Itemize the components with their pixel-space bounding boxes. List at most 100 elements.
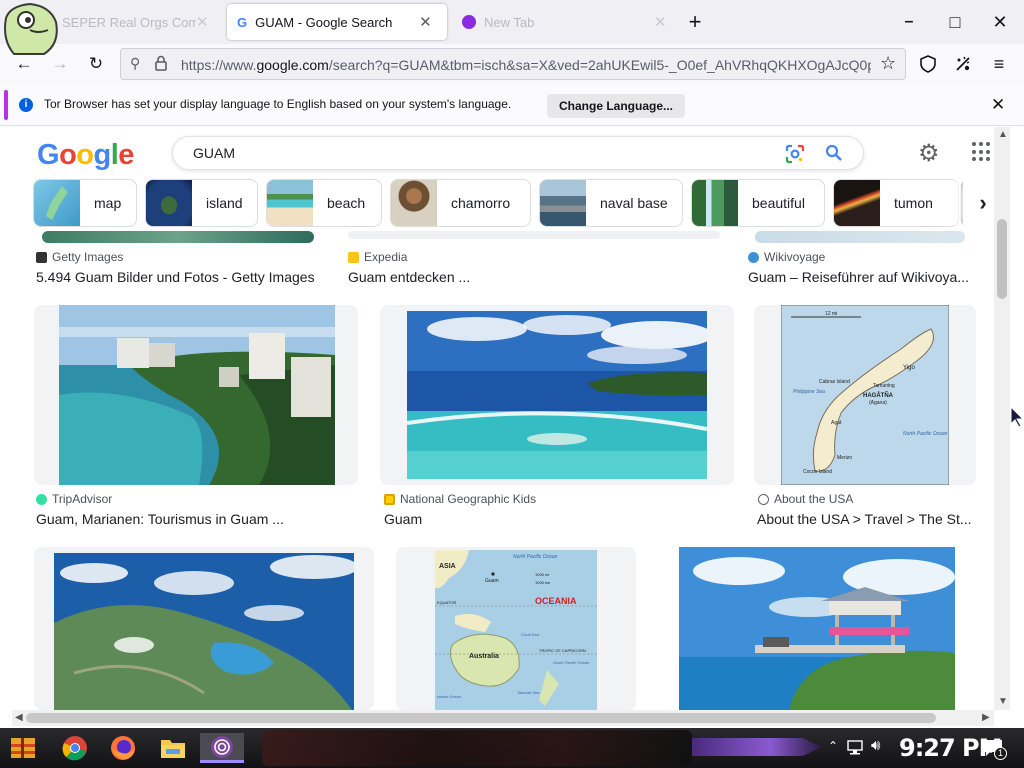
horizontal-scrollbar[interactable]: ◀ ▶ bbox=[12, 710, 994, 726]
hamburger-menu-icon[interactable]: ≡ bbox=[985, 50, 1013, 78]
close-icon[interactable]: ✕ bbox=[419, 13, 432, 31]
logo-letter: g bbox=[93, 139, 112, 171]
url-bar[interactable]: ⚲ https://www.google.com/search?q=GUAM&t… bbox=[120, 48, 906, 80]
new-tab-button[interactable]: + bbox=[681, 8, 709, 36]
maximize-button[interactable]: □ bbox=[941, 8, 969, 36]
caption-wikivoyage[interactable]: Guam – Reiseführer auf Wikivoya... bbox=[748, 269, 976, 285]
result-image-getty[interactable] bbox=[42, 231, 314, 243]
change-language-button[interactable]: Change Language... bbox=[547, 94, 686, 118]
chip-thumbnail-beach bbox=[267, 180, 313, 226]
tab-seper[interactable]: SEPER Real Orgs Comp ✕ bbox=[56, 4, 222, 40]
site-permissions-icon[interactable]: ⚲ bbox=[130, 55, 140, 72]
chip-tumon[interactable]: tumon bbox=[833, 179, 959, 227]
result-image-natgeo-kids[interactable] bbox=[380, 305, 734, 485]
tray-chevron-up-icon[interactable]: ⌃ bbox=[828, 739, 838, 753]
result-image-scenic-lookout[interactable] bbox=[656, 547, 976, 710]
chip-label: island bbox=[206, 195, 243, 211]
network-icon[interactable] bbox=[846, 738, 864, 761]
minimize-button[interactable]: – bbox=[895, 8, 923, 36]
source-natgeo-kids[interactable]: National Geographic Kids bbox=[384, 492, 536, 506]
bookmark-star-icon[interactable]: ☆ bbox=[880, 53, 896, 74]
chip-beach[interactable]: beach bbox=[266, 179, 382, 227]
chip-naval-base[interactable]: naval base bbox=[539, 179, 683, 227]
caption-tripadvisor[interactable]: Guam, Marianen: Tourismus in Guam ... bbox=[36, 511, 356, 527]
horizontal-scroll-thumb[interactable] bbox=[26, 713, 936, 723]
reload-button[interactable]: ↻ bbox=[82, 50, 110, 78]
logo-letter: o bbox=[59, 139, 77, 171]
vertical-scroll-thumb[interactable] bbox=[997, 219, 1007, 299]
url-path: /search?q=GUAM&tbm=isch&sa=X&ved=2ahUKEw… bbox=[328, 57, 871, 73]
map-label: 12 mi bbox=[825, 311, 837, 317]
caption-expedia[interactable]: Guam entdecken ... bbox=[348, 269, 668, 285]
chip-island[interactable]: island bbox=[145, 179, 258, 227]
source-about-the-usa[interactable]: About the USA bbox=[758, 492, 853, 506]
map-label: TROPIC OF CAPRICORN bbox=[539, 648, 586, 653]
map-label: Tasman Sea bbox=[517, 690, 540, 695]
tor-onion-mascot bbox=[0, 0, 62, 58]
scroll-left-icon[interactable]: ◀ bbox=[15, 712, 23, 723]
chip-beautiful[interactable]: beautiful bbox=[691, 179, 825, 227]
result-image-tripadvisor[interactable] bbox=[34, 305, 358, 485]
file-explorer-icon[interactable] bbox=[158, 733, 188, 763]
notification-text: Tor Browser has set your display languag… bbox=[44, 97, 512, 111]
search-query[interactable]: GUAM bbox=[193, 145, 235, 161]
caption-about-the-usa[interactable]: About the USA > Travel > The St... bbox=[757, 511, 975, 527]
map-label: Philippine Sea bbox=[793, 389, 825, 395]
tab-title: GUAM - Google Search bbox=[255, 14, 393, 30]
chrome-icon[interactable] bbox=[60, 733, 90, 763]
scroll-right-icon[interactable]: ▶ bbox=[982, 712, 990, 723]
tor-browser-taskbar-icon[interactable] bbox=[200, 733, 244, 763]
caption-getty[interactable]: 5.494 Guam Bilder und Fotos - Getty Imag… bbox=[36, 269, 346, 285]
map-label: North Pacific Ocean bbox=[903, 431, 948, 437]
chip-map[interactable]: map bbox=[33, 179, 137, 227]
chip-chamorro[interactable]: chamorro bbox=[390, 179, 531, 227]
result-image-aerial-guam[interactable] bbox=[34, 547, 374, 710]
tab-new-tab[interactable]: New Tab ✕ bbox=[452, 4, 672, 40]
source-expedia[interactable]: Expedia bbox=[348, 250, 407, 264]
map-label: 1000 mi bbox=[535, 572, 549, 577]
result-image-guam-map[interactable]: Yigo Tamuning HAGÅTÑA (Agana) Agat Meriz… bbox=[754, 305, 976, 485]
vertical-scrollbar[interactable]: ▲ ▼ bbox=[994, 127, 1010, 710]
result-image-expedia[interactable] bbox=[348, 231, 720, 239]
scroll-down-icon[interactable]: ▼ bbox=[998, 696, 1008, 707]
logo-letter: o bbox=[76, 139, 94, 171]
google-lens-icon[interactable] bbox=[785, 144, 805, 169]
google-logo[interactable]: Google bbox=[37, 139, 134, 172]
source-tripadvisor[interactable]: TripAdvisor bbox=[36, 492, 112, 506]
firefox-icon[interactable] bbox=[108, 733, 138, 763]
source-label: About the USA bbox=[774, 492, 854, 506]
lock-icon[interactable] bbox=[155, 55, 167, 76]
source-wikivoyage[interactable]: Wikivoyage bbox=[748, 250, 825, 264]
tor-circuit-icon[interactable] bbox=[949, 50, 977, 78]
settings-gear-icon[interactable]: ⚙ bbox=[918, 139, 940, 168]
close-icon[interactable]: ✕ bbox=[991, 95, 1005, 115]
url-text[interactable]: https://www.google.com/search?q=GUAM&tbm… bbox=[181, 57, 871, 73]
chevron-right-icon[interactable]: › bbox=[963, 179, 994, 227]
search-icon[interactable] bbox=[825, 144, 843, 167]
notification-count-badge: 1 bbox=[994, 747, 1007, 760]
start-menu-icon[interactable] bbox=[8, 733, 38, 763]
caption-natgeo-kids[interactable]: Guam bbox=[384, 511, 704, 527]
chip-label: beach bbox=[327, 195, 366, 211]
result-image-wikivoyage[interactable] bbox=[755, 231, 965, 243]
map-label: Indian Ocean bbox=[437, 694, 462, 699]
result-image-oceania-map[interactable]: ASIA Guam North Pacific Ocean 1000 mi 10… bbox=[396, 547, 636, 710]
volume-icon[interactable]: 🔊︎ bbox=[871, 737, 880, 754]
close-icon[interactable]: ✕ bbox=[654, 13, 667, 31]
google-favicon-icon: G bbox=[237, 14, 248, 30]
taskbar: ⌃ 🔊︎ 9:27 PM 1 bbox=[0, 728, 1024, 768]
notifications-icon[interactable]: 1 bbox=[982, 737, 1007, 761]
chip-label: naval base bbox=[600, 195, 668, 211]
close-window-button[interactable]: ✕ bbox=[986, 8, 1014, 36]
tab-google-search[interactable]: G GUAM - Google Search ✕ bbox=[227, 4, 447, 40]
map-label: Cocos Island bbox=[803, 469, 832, 475]
google-apps-icon[interactable] bbox=[972, 142, 992, 162]
source-getty[interactable]: Getty Images bbox=[36, 250, 123, 264]
close-icon[interactable]: ✕ bbox=[196, 13, 209, 31]
scroll-up-icon[interactable]: ▲ bbox=[998, 129, 1008, 140]
shield-icon[interactable] bbox=[914, 50, 942, 78]
map-label: Coral Sea bbox=[521, 632, 540, 637]
map-label: Guam bbox=[485, 578, 499, 584]
search-input[interactable]: GUAM bbox=[172, 136, 864, 170]
chip-thumbnail-tumon bbox=[834, 180, 880, 226]
